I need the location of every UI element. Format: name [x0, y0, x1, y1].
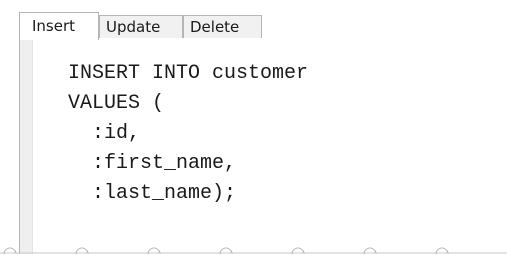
tab-update[interactable]: Update — [99, 15, 183, 38]
code-line: :first_name, — [68, 152, 237, 175]
code-line: VALUES ( — [68, 92, 165, 115]
tab-insert[interactable]: Insert — [19, 12, 99, 40]
sql-editor[interactable]: INSERT INTO customer VALUES ( :id, :first… — [19, 38, 507, 254]
code-area[interactable]: INSERT INTO customer VALUES ( :id, :first… — [68, 59, 308, 209]
tab-bar: Insert Update Delete — [19, 12, 507, 40]
code-line: :id, — [68, 122, 141, 145]
code-line: INSERT INTO customer — [68, 62, 309, 85]
tab-delete[interactable]: Delete — [183, 15, 262, 38]
editor-gutter — [20, 38, 33, 254]
code-line: :last_name); — [68, 182, 237, 205]
scrollbar-track[interactable] — [0, 246, 507, 254]
